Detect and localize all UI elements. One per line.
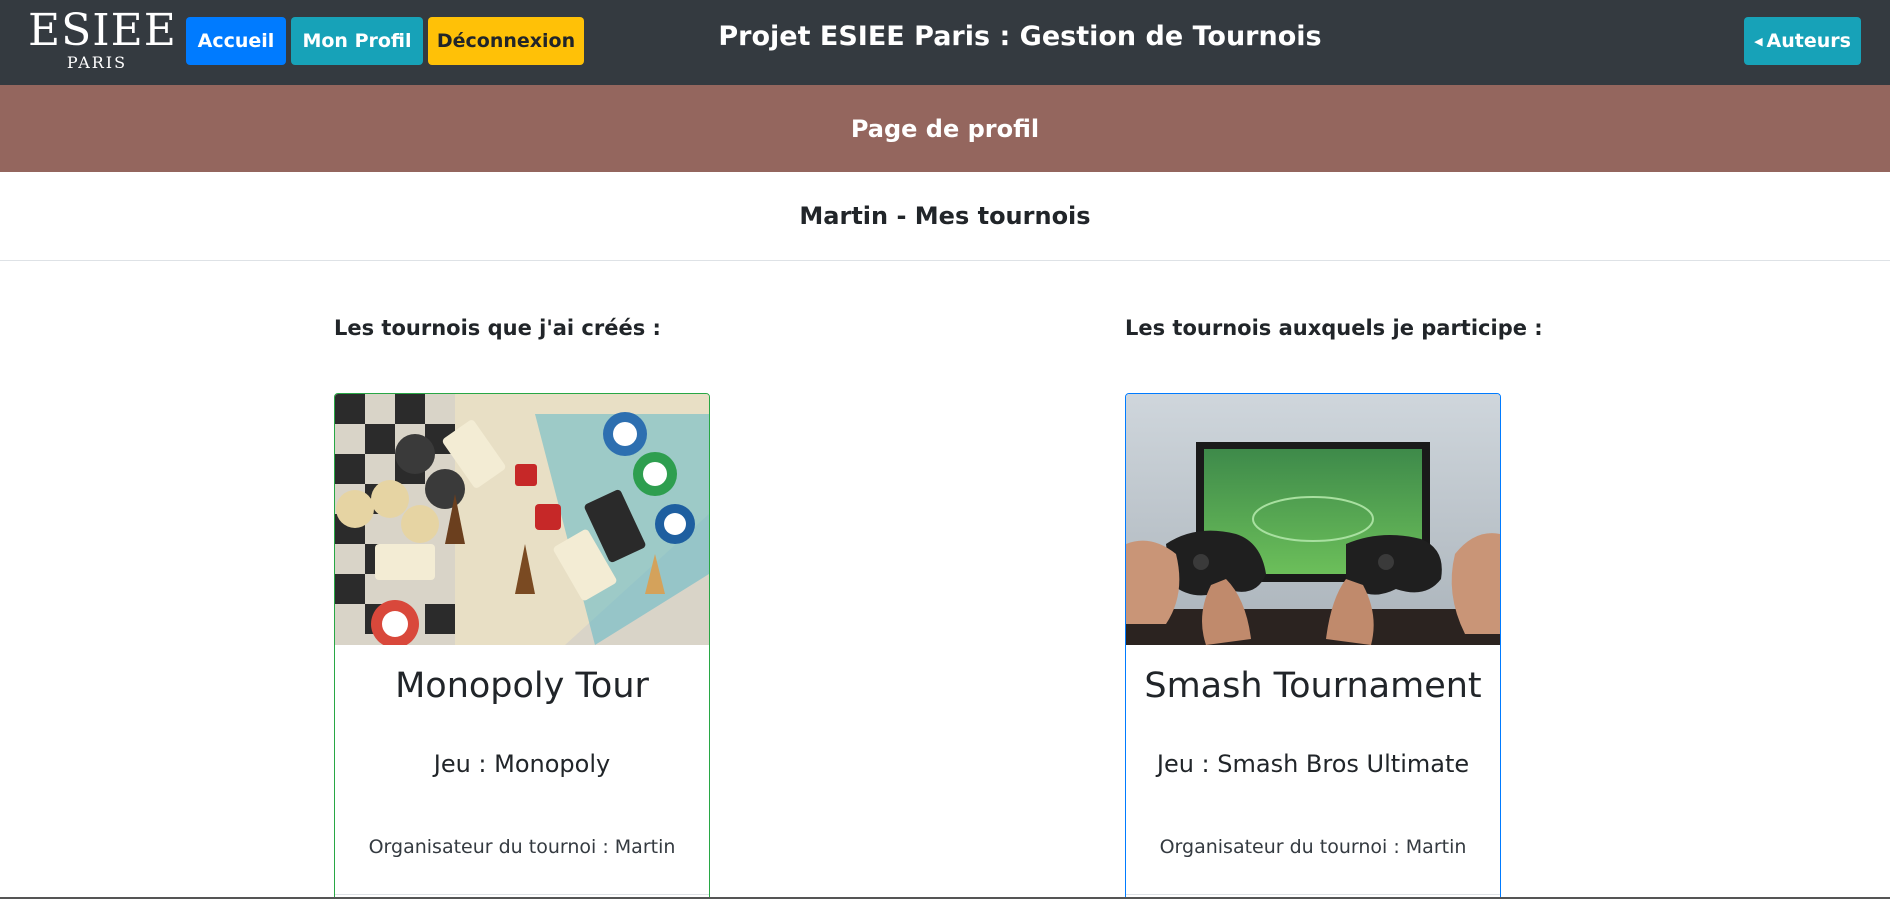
created-tournaments-heading: Les tournois que j'ai créés : <box>334 316 661 340</box>
logo-subtitle: PARIS <box>66 53 128 72</box>
tournament-game: Jeu : Smash Bros Ultimate <box>1156 750 1470 778</box>
top-navbar: ESIEE PARIS Accueil Mon Profil Déconnexi… <box>0 0 1890 85</box>
logout-button[interactable]: Déconnexion <box>428 17 584 65</box>
caret-left-icon: ◀ <box>1754 34 1763 48</box>
card-footer-divider <box>335 894 709 895</box>
card-footer-divider <box>1126 894 1500 895</box>
video-game-controllers-image <box>1126 394 1500 645</box>
tournament-card-smash[interactable]: Smash Tournament Jeu : Smash Bros Ultima… <box>1125 393 1501 899</box>
my-profile-button[interactable]: Mon Profil <box>291 17 423 65</box>
tournament-organizer: Organisateur du tournoi : Martin <box>1159 836 1467 858</box>
profile-banner: Page de profil <box>0 85 1890 172</box>
authors-label: Auteurs <box>1766 30 1851 52</box>
tournament-card-monopoly[interactable]: Monopoly Tour Jeu : Monopoly Organisateu… <box>334 393 710 899</box>
page-title: Page de profil <box>850 114 1040 143</box>
tournament-organizer: Organisateur du tournoi : Martin <box>368 836 676 858</box>
tournament-title[interactable]: Smash Tournament <box>1126 666 1500 706</box>
logo-wordmark: ESIEE <box>28 5 177 56</box>
esiee-logo[interactable]: ESIEE PARIS <box>28 5 177 76</box>
user-tournaments-title: Martin - Mes tournois <box>799 202 1091 230</box>
profile-subheader: Martin - Mes tournois <box>0 172 1890 261</box>
tournament-title[interactable]: Monopoly Tour <box>335 666 709 706</box>
home-button[interactable]: Accueil <box>186 17 286 65</box>
authors-button[interactable]: ◀ Auteurs <box>1744 17 1861 65</box>
board-games-image <box>335 394 709 645</box>
participating-tournaments-heading: Les tournois auxquels je participe : <box>1125 316 1543 340</box>
tournament-game: Jeu : Monopoly <box>433 750 611 778</box>
site-title: Projet ESIEE Paris : Gestion de Tournois <box>718 21 1322 52</box>
